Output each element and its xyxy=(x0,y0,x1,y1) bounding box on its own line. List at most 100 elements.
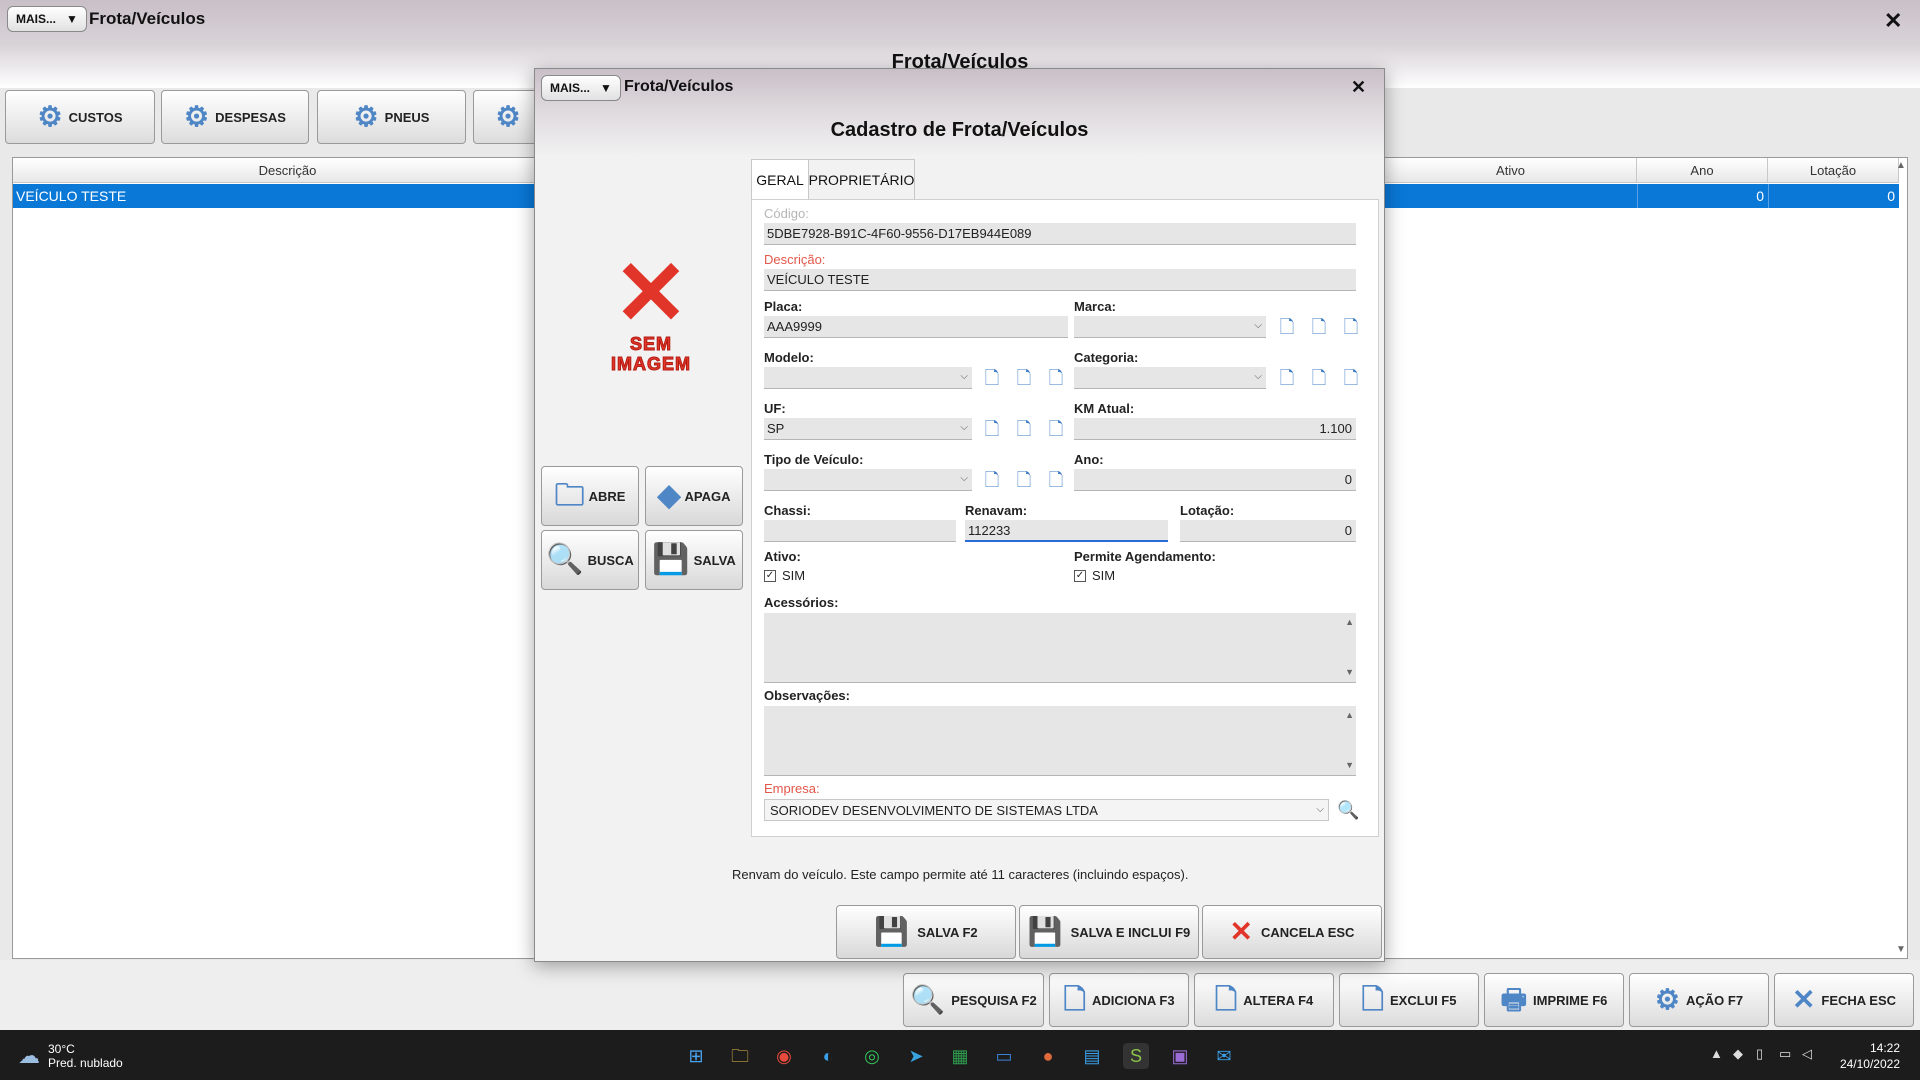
search-icon[interactable]: 🔍 xyxy=(1337,799,1359,821)
app-icon[interactable]: ● xyxy=(1035,1043,1061,1069)
add-document-icon[interactable]: 🗋 xyxy=(1277,316,1297,338)
descricao-field[interactable]: VEÍCULO TESTE xyxy=(764,269,1356,291)
despesas-button[interactable]: ⚙ DESPESAS xyxy=(161,90,309,144)
abre-button[interactable]: 🗀 ABRE xyxy=(541,466,639,526)
telegram-icon[interactable]: ➤ xyxy=(903,1043,929,1069)
vehicle-dialog: MAIS... ▼ Frota/Veículos ✕ Cadastro de F… xyxy=(534,68,1385,962)
ativo-checkbox[interactable]: ✓ SIM xyxy=(764,568,805,583)
renavam-field[interactable]: 112233 xyxy=(965,520,1168,542)
more-action-button[interactable]: ⚙ xyxy=(473,90,543,144)
remote-desktop-icon[interactable]: ▭ xyxy=(991,1043,1017,1069)
edge-icon[interactable]: ◐ xyxy=(815,1043,841,1069)
acao-button[interactable]: ⚙ AÇÃO F7 xyxy=(1629,973,1769,1027)
busca-button[interactable]: 🔍 BUSCA xyxy=(541,530,639,590)
categoria-select[interactable]: ⌵ xyxy=(1074,367,1266,389)
security-tray-icon[interactable]: ◆ xyxy=(1733,1046,1743,1062)
soriodev-app-icon[interactable]: S xyxy=(1123,1043,1149,1069)
exclui-button[interactable]: 🗋 EXCLUI F5 xyxy=(1339,973,1479,1027)
altera-button[interactable]: 🗋 ALTERA F4 xyxy=(1194,973,1334,1027)
table-row-ano[interactable]: 0 xyxy=(1637,184,1768,208)
scroll-up-icon[interactable]: ▲ xyxy=(1896,160,1906,171)
table-row-lotacao[interactable]: 0 xyxy=(1768,184,1899,208)
fecha-button[interactable]: ✕ FECHA ESC xyxy=(1774,973,1914,1027)
search-icon: 🔍 xyxy=(546,543,584,576)
km-field[interactable]: 1.100 xyxy=(1074,418,1356,440)
modelo-select[interactable]: ⌵ xyxy=(764,367,972,389)
salva-side-button[interactable]: 💾 SALVA xyxy=(645,530,743,590)
observacoes-textarea[interactable]: ▲ ▼ xyxy=(764,706,1356,776)
add-document-icon[interactable]: 🗋 xyxy=(982,418,1002,440)
search-document-icon[interactable]: 🗋 xyxy=(1341,367,1361,389)
table-row-ativo[interactable] xyxy=(1385,184,1637,208)
spreadsheet-icon[interactable]: ▦ xyxy=(947,1043,973,1069)
column-header-descricao[interactable]: Descrição xyxy=(13,158,563,183)
main-close-button[interactable]: ✕ xyxy=(1884,10,1902,32)
main-mais-button[interactable]: MAIS... ▼ xyxy=(7,6,87,32)
main-titlebar xyxy=(0,0,1920,42)
add-document-icon[interactable]: 🗋 xyxy=(982,367,1002,389)
pneus-button[interactable]: ⚙ PNEUS xyxy=(317,90,466,144)
add-document-icon[interactable]: 🗋 xyxy=(1277,367,1297,389)
dialog-mais-button[interactable]: MAIS... ▼ xyxy=(541,75,621,101)
search-document-icon[interactable]: 🗋 xyxy=(1046,367,1066,389)
lotacao-field[interactable]: 0 xyxy=(1180,520,1356,542)
media-icon[interactable]: ▣ xyxy=(1167,1043,1193,1069)
add-document-icon[interactable]: 🗋 xyxy=(982,469,1002,491)
empresa-select[interactable]: SORIODEV DESENVOLVIMENTO DE SISTEMAS LTD… xyxy=(764,799,1329,821)
display-tray-icon[interactable]: ▭ xyxy=(1779,1046,1791,1062)
tipo-label: Tipo de Veículo: xyxy=(764,452,864,467)
scroll-down-icon[interactable]: ▼ xyxy=(1345,760,1354,770)
windows-start-icon[interactable]: ⊞ xyxy=(683,1043,709,1069)
folder-icon: 🗀 xyxy=(554,479,585,512)
floppy-disk-icon: 💾 xyxy=(874,916,910,947)
agendamento-checkbox[interactable]: ✓ SIM xyxy=(1074,568,1115,583)
volume-tray-icon[interactable]: ◁ xyxy=(1802,1046,1812,1062)
edit-document-icon[interactable]: 🗋 xyxy=(1309,316,1329,338)
chassi-field[interactable] xyxy=(764,520,956,542)
scroll-down-icon[interactable]: ▼ xyxy=(1345,667,1354,677)
column-header-ano[interactable]: Ano xyxy=(1637,158,1768,183)
ano-field[interactable]: 0 xyxy=(1074,469,1356,491)
salva-f2-button[interactable]: 💾 SALVA F2 xyxy=(836,905,1016,959)
clock[interactable]: 14:22 24/10/2022 xyxy=(1840,1040,1900,1072)
search-document-icon[interactable]: 🗋 xyxy=(1046,418,1066,440)
search-document-icon[interactable]: 🗋 xyxy=(1046,469,1066,491)
search-document-icon[interactable]: 🗋 xyxy=(1341,316,1361,338)
km-label: KM Atual: xyxy=(1074,401,1135,416)
imprime-button[interactable]: 🖶 IMPRIME F6 xyxy=(1484,973,1624,1027)
field-help-text: Renvam do veículo. Este campo permite at… xyxy=(732,867,1189,882)
placa-field[interactable]: AAA9999 xyxy=(764,316,1068,338)
network-tray-icon[interactable]: ▲ xyxy=(1710,1046,1723,1061)
tab-geral[interactable]: GERAL xyxy=(751,159,809,199)
scroll-up-icon[interactable]: ▲ xyxy=(1345,617,1354,627)
edit-document-icon[interactable]: 🗋 xyxy=(1014,418,1034,440)
adiciona-button[interactable]: 🗋 ADICIONA F3 xyxy=(1049,973,1189,1027)
tab-proprietario[interactable]: PROPRIETÁRIO xyxy=(809,159,915,199)
mail-icon[interactable]: ✉ xyxy=(1211,1043,1237,1069)
battery-tray-icon[interactable]: ▯ xyxy=(1756,1046,1763,1062)
acessorios-textarea[interactable]: ▲ ▼ xyxy=(764,613,1356,683)
notepad-icon[interactable]: ▤ xyxy=(1079,1043,1105,1069)
marca-select[interactable]: ⌵ xyxy=(1074,316,1266,338)
custos-button[interactable]: ⚙ CUSTOS xyxy=(5,90,155,144)
cancela-button[interactable]: ✕ CANCELA ESC xyxy=(1202,905,1382,959)
scroll-up-icon[interactable]: ▲ xyxy=(1345,710,1354,720)
edit-document-icon[interactable]: 🗋 xyxy=(1014,367,1034,389)
whatsapp-icon[interactable]: ◎ xyxy=(859,1043,885,1069)
salva-inclui-button[interactable]: 💾 SALVA E INCLUI F9 xyxy=(1019,905,1199,959)
edit-document-icon[interactable]: 🗋 xyxy=(1309,367,1329,389)
edit-document-icon[interactable]: 🗋 xyxy=(1014,469,1034,491)
table-row-descricao[interactable]: VEÍCULO TESTE xyxy=(13,184,563,208)
weather-widget[interactable]: ☁ 30°C Pred. nublado xyxy=(18,1042,123,1070)
scroll-down-icon[interactable]: ▼ xyxy=(1896,944,1906,955)
uf-select[interactable]: SP ⌵ xyxy=(764,418,972,440)
file-explorer-icon[interactable]: 🗀 xyxy=(727,1043,753,1069)
tipo-select[interactable]: ⌵ xyxy=(764,469,972,491)
column-header-ativo[interactable]: Ativo xyxy=(1385,158,1637,183)
codigo-field[interactable]: 5DBE7928-B91C-4F60-9556-D17EB944E089 xyxy=(764,223,1356,245)
column-header-lotacao[interactable]: Lotação xyxy=(1768,158,1899,183)
pesquisa-button[interactable]: 🔍 PESQUISA F2 xyxy=(903,973,1044,1027)
apaga-button[interactable]: ◆ APAGA xyxy=(645,466,743,526)
dialog-close-button[interactable]: ✕ xyxy=(1351,78,1366,96)
chrome-icon[interactable]: ◉ xyxy=(771,1043,797,1069)
